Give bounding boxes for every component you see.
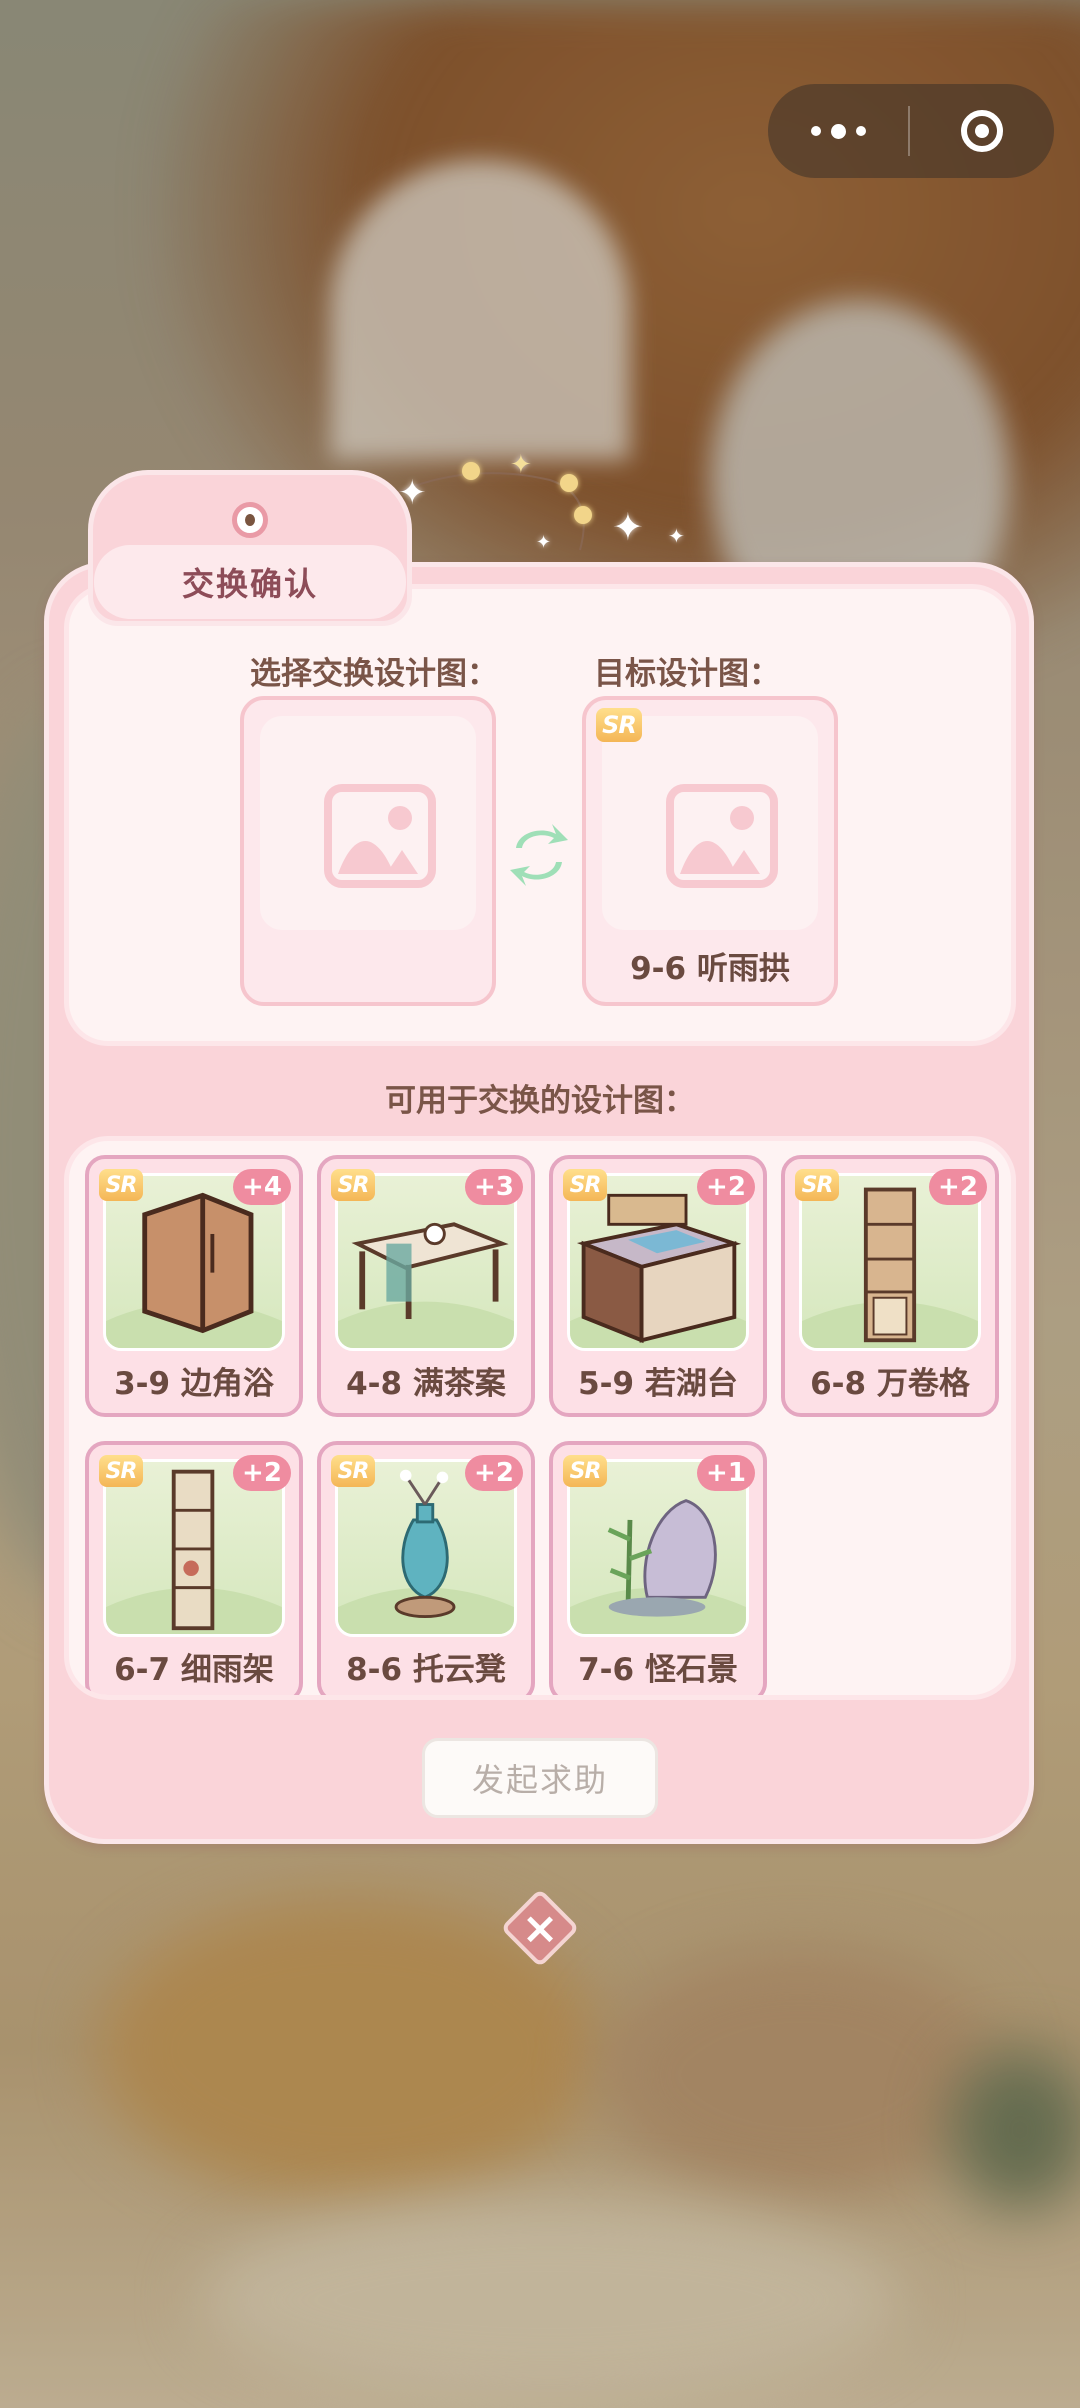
- count-badge: +2: [233, 1455, 291, 1491]
- count-badge: +1: [697, 1455, 755, 1491]
- selection-panel: [64, 584, 1016, 1046]
- sparkle-star-icon: ✦: [510, 450, 532, 480]
- item-name: 4-8 满茶案: [346, 1366, 506, 1402]
- sr-badge: SR: [331, 1169, 375, 1201]
- target-item-name: 9-6 听雨拱: [630, 951, 790, 987]
- image-placeholder-icon: [666, 784, 778, 888]
- count-badge: +2: [929, 1169, 987, 1205]
- more-dots-icon: [810, 126, 821, 136]
- sparkle-star-icon: ✦: [668, 524, 685, 548]
- count-badge: +2: [697, 1169, 755, 1205]
- item-card[interactable]: SR +2 8-6 托云凳: [317, 1441, 535, 1695]
- item-card[interactable]: SR +4 3-9 边角浴: [85, 1155, 303, 1417]
- select-label: 选择交换设计图：: [250, 656, 498, 692]
- sparkle-star-icon: ✦: [536, 532, 552, 553]
- slot-placeholder: [602, 716, 818, 930]
- capsule-close-button[interactable]: [910, 84, 1054, 178]
- sparkle-star-icon: ✦: [612, 505, 644, 549]
- item-card[interactable]: SR +2 6-8 万卷格: [781, 1155, 999, 1417]
- sparkle-dot: [560, 474, 578, 492]
- item-name: 6-8 万卷格: [810, 1366, 970, 1402]
- item-name: 5-9 若湖台: [578, 1366, 738, 1402]
- sr-badge: SR: [331, 1455, 375, 1487]
- request-help-button[interactable]: 发起求助: [422, 1738, 658, 1818]
- item-name: 8-6 托云凳: [346, 1652, 506, 1688]
- count-badge: +2: [465, 1455, 523, 1491]
- dialog-title: 交换确认: [94, 545, 406, 619]
- sr-badge: SR: [99, 1169, 143, 1201]
- sr-badge: SR: [563, 1169, 607, 1201]
- item-card[interactable]: SR +2 5-9 若湖台: [549, 1155, 767, 1417]
- target-circle-icon: [961, 110, 1003, 152]
- target-label: 目标设计图：: [594, 656, 780, 692]
- miniprogram-capsule: [768, 84, 1054, 178]
- select-slot[interactable]: [240, 696, 496, 1006]
- count-badge: +3: [465, 1169, 523, 1205]
- available-label: 可用于交换的设计图：: [385, 1083, 695, 1119]
- title-knob-icon: [232, 502, 268, 538]
- sparkle-dot: [462, 462, 480, 480]
- image-placeholder-icon: [324, 784, 436, 888]
- item-name: 7-6 怪石景: [578, 1652, 738, 1688]
- item-name: 3-9 边角浴: [114, 1366, 274, 1402]
- sr-badge: SR: [99, 1455, 143, 1487]
- slot-placeholder: [260, 716, 476, 930]
- close-icon[interactable]: ×: [512, 1900, 568, 1956]
- more-button[interactable]: [768, 84, 908, 178]
- sr-badge: SR: [596, 708, 642, 742]
- sr-badge: SR: [563, 1455, 607, 1487]
- item-name: 6-7 细雨架: [114, 1652, 274, 1688]
- target-slot: SR 9-6 听雨拱: [582, 696, 838, 1006]
- sr-badge: SR: [795, 1169, 839, 1201]
- swap-arrows-icon: [510, 824, 568, 886]
- item-card[interactable]: SR +1 7-6 怪石景: [549, 1441, 767, 1695]
- sparkle-dot: [574, 506, 592, 524]
- count-badge: +4: [233, 1169, 291, 1205]
- item-card[interactable]: SR +3 4-8 满茶案: [317, 1155, 535, 1417]
- available-items-list[interactable]: SR +4 3-9 边角浴 SR +3 4-8 满茶案 SR +2 5-9 若湖…: [64, 1136, 1016, 1700]
- item-card[interactable]: SR +2 6-7 细雨架: [85, 1441, 303, 1695]
